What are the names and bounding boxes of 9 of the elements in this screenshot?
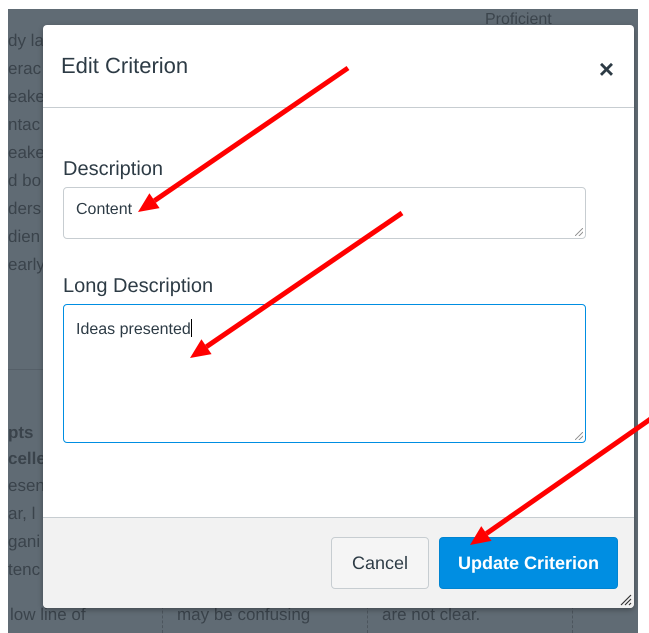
input-field[interactable]: Content: [63, 187, 586, 239]
dialog-title: Edit Criterion: [61, 53, 188, 79]
field-label: Long Description: [63, 275, 214, 298]
close-button[interactable]: ×: [596, 56, 616, 82]
field-label: Description: [63, 158, 164, 181]
resize-handle-icon[interactable]: [620, 594, 632, 606]
update-button[interactable]: Update Criterion: [438, 537, 618, 589]
cancel-button[interactable]: Cancel: [330, 537, 429, 589]
text-area[interactable]: Ideas presented: [63, 304, 586, 443]
